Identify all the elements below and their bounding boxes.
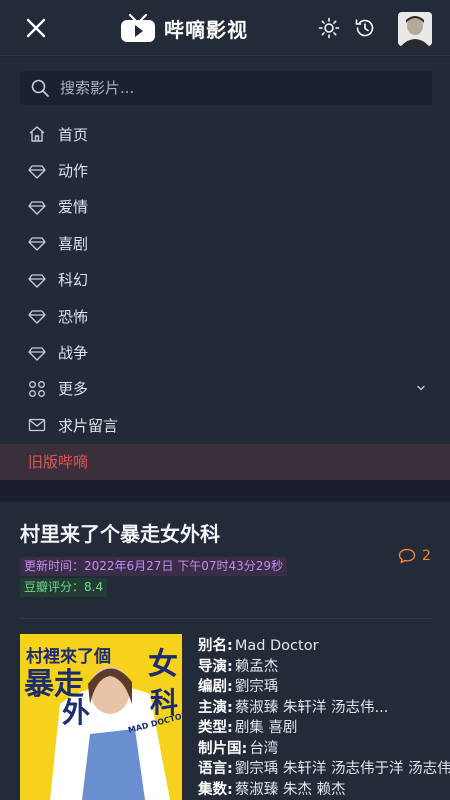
movie-detail: 村里来了个暴走女外科 更新时间：2022年6月27日 下午07时43分29秒 豆… (0, 502, 450, 800)
info-row-language: 语言: 劉宗瑀 朱轩洋 汤志伟于洋 汤志伟 (198, 759, 450, 780)
info-row-alias: 别名: Mad Doctor (198, 636, 450, 657)
nav-item-label: 爱情 (58, 198, 89, 217)
nav-item-label: 动作 (58, 162, 89, 181)
top-bar: 哔嘀影视 (0, 0, 450, 56)
info-row-cast: 主演: 蔡淑臻 朱轩洋 汤志伟... (198, 698, 450, 719)
section-divider (0, 480, 450, 502)
nav-item-label: 恐怖 (58, 307, 89, 326)
info-value: 台湾 (249, 740, 279, 757)
info-value: 劉宗瑀 (234, 679, 279, 695)
sun-icon[interactable] (318, 17, 340, 39)
mail-icon (28, 416, 46, 434)
info-value: 劉宗瑀 朱轩洋 汤志伟于洋 汤志伟 (234, 761, 450, 777)
nav-item-scifi[interactable]: 科幻 (0, 262, 450, 298)
diamond-icon (28, 307, 46, 325)
info-key: 导演: (198, 658, 233, 675)
comment-icon (398, 548, 416, 564)
nav-item-label: 科幻 (58, 271, 89, 290)
nav-drawer: 首页 动作 爱情 喜剧 科幻 (0, 57, 450, 480)
info-value: 剧集 喜剧 (234, 720, 298, 736)
info-key: 类型: (198, 720, 233, 736)
info-row-genre: 类型: 剧集 喜剧 (198, 718, 450, 739)
grid-icon (28, 380, 46, 398)
info-row-director: 导演: 赖孟杰 (198, 657, 450, 678)
movie-poster[interactable]: 村裡來了個 暴走 女 外 科 MAD DOCTOR (20, 634, 182, 800)
nav-item-action[interactable]: 动作 (0, 152, 450, 188)
poster-title-line3: 女 (148, 647, 178, 682)
info-value: 蔡淑臻 朱杰 赖杰 (234, 781, 346, 798)
comment-count[interactable]: 2 (398, 548, 431, 564)
history-icon[interactable] (353, 16, 377, 40)
app-logo[interactable]: 哔嘀影视 (120, 10, 248, 46)
poster-title-line4: 外 (62, 696, 90, 729)
nav-item-label: 喜剧 (58, 234, 89, 253)
douban-score-badge: 豆瓣评分：8.4 (20, 578, 108, 597)
search-icon (31, 79, 49, 97)
user-avatar[interactable] (398, 12, 432, 46)
nav-item-label: 首页 (58, 125, 89, 144)
old-version-link[interactable]: 旧版哔嘀 (0, 443, 450, 480)
movie-title: 村里来了个暴走女外科 (20, 522, 220, 546)
comment-count-value: 2 (422, 548, 431, 564)
info-row-episodes: 集数: 蔡淑臻 朱杰 赖杰 (198, 780, 450, 800)
info-key: 别名: (198, 638, 233, 654)
movie-info: 别名: Mad Doctor 导演: 赖孟杰 编剧: 劉宗瑀 主演: 蔡淑臻 朱轩洋 汤… (198, 636, 450, 800)
nav-item-label: 更多 (58, 380, 89, 399)
nav-menu: 首页 动作 爱情 喜剧 科幻 恐怖 战争 更多 求片留言 旧版哔嘀 (0, 116, 450, 480)
nav-item-label: 战争 (58, 344, 89, 363)
nav-item-more[interactable]: 更多 (0, 371, 450, 407)
info-value: 赖孟杰 (234, 658, 279, 675)
poster-title-line1: 村裡來了個 (26, 646, 111, 667)
info-key: 制片国: (198, 740, 248, 757)
chevron-down-icon (417, 385, 425, 391)
app-name: 哔嘀影视 (164, 17, 248, 42)
info-key: 集数: (198, 781, 233, 798)
nav-item-war[interactable]: 战争 (0, 334, 450, 370)
search-bar[interactable] (20, 71, 432, 105)
home-icon (28, 125, 46, 143)
diamond-icon (28, 344, 46, 362)
diamond-icon (28, 234, 46, 252)
diamond-icon (28, 271, 46, 289)
tv-logo-icon (121, 13, 155, 42)
nav-item-request[interactable]: 求片留言 (0, 407, 450, 443)
info-value: 蔡淑臻 朱轩洋 汤志伟... (234, 699, 389, 716)
update-time-badge: 更新时间：2022年6月27日 下午07时43分29秒 (20, 557, 288, 576)
nav-item-comedy[interactable]: 喜剧 (0, 225, 450, 261)
diamond-icon (28, 162, 46, 180)
nav-item-romance[interactable]: 爱情 (0, 189, 450, 225)
info-row-country: 制片国: 台湾 (198, 739, 450, 760)
info-row-writer: 编剧: 劉宗瑀 (198, 677, 450, 698)
nav-item-label: 求片留言 (58, 416, 119, 435)
close-icon[interactable] (22, 14, 50, 42)
diamond-icon (28, 198, 46, 216)
info-key: 主演: (198, 699, 233, 716)
info-value: Mad Doctor (234, 638, 319, 654)
nav-item-horror[interactable]: 恐怖 (0, 298, 450, 334)
old-version-label: 旧版哔嘀 (28, 453, 89, 472)
search-input[interactable] (60, 79, 400, 97)
nav-item-home[interactable]: 首页 (0, 116, 450, 152)
separator (20, 618, 432, 619)
info-key: 语言: (198, 761, 233, 777)
info-key: 编剧: (198, 679, 233, 695)
